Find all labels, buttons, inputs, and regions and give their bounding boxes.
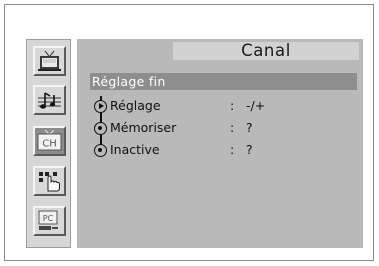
hand-pointer-icon bbox=[39, 172, 60, 192]
row-label: Réglage bbox=[110, 98, 161, 113]
pc-icon: PC bbox=[38, 210, 58, 230]
radio-bullet-icon bbox=[94, 144, 107, 157]
title-bar: Canal bbox=[173, 41, 359, 60]
radio-bullet-icon bbox=[94, 122, 107, 135]
row-value: -/+ bbox=[246, 98, 266, 113]
row-colon: : bbox=[230, 98, 235, 113]
sidebar-item-channel[interactable]: CH bbox=[33, 126, 66, 156]
sidebar-item-setup[interactable] bbox=[33, 166, 66, 196]
submenu-title: Réglage fin bbox=[92, 74, 166, 89]
sidebar-item-picture[interactable] bbox=[33, 46, 66, 76]
menu-row-memoriser[interactable]: Mémoriser : ? bbox=[94, 120, 334, 136]
page-title: Canal bbox=[241, 41, 291, 60]
menu-row-inactive[interactable]: Inactive : ? bbox=[94, 142, 334, 158]
row-label: Mémoriser bbox=[110, 120, 177, 135]
row-label: Inactive bbox=[110, 142, 160, 157]
row-value: ? bbox=[246, 142, 253, 157]
row-colon: : bbox=[230, 142, 235, 157]
sidebar-item-sound[interactable] bbox=[33, 85, 66, 115]
tv-menu-screen: CH PC Canal Réglage fin Réglage: -/+ Mé… bbox=[4, 4, 374, 261]
sidebar-item-pc[interactable]: PC bbox=[33, 206, 66, 236]
channel-tv-icon: CH bbox=[37, 130, 62, 151]
submenu-header[interactable]: Réglage fin bbox=[90, 73, 357, 90]
row-colon: : bbox=[230, 120, 235, 135]
menu-row-reglage[interactable]: Réglage : -/+ bbox=[94, 98, 334, 114]
play-bullet-icon bbox=[94, 100, 107, 113]
row-value: ? bbox=[246, 120, 253, 135]
menu-sidebar: CH PC bbox=[26, 39, 71, 248]
channel-icon-label: CH bbox=[42, 139, 57, 150]
channel-menu-panel: Canal Réglage fin Réglage : -/+ Mémorise… bbox=[77, 39, 363, 248]
tv-picture-icon bbox=[38, 50, 61, 71]
pc-icon-label: PC bbox=[43, 214, 54, 223]
music-note-icon bbox=[38, 92, 61, 109]
